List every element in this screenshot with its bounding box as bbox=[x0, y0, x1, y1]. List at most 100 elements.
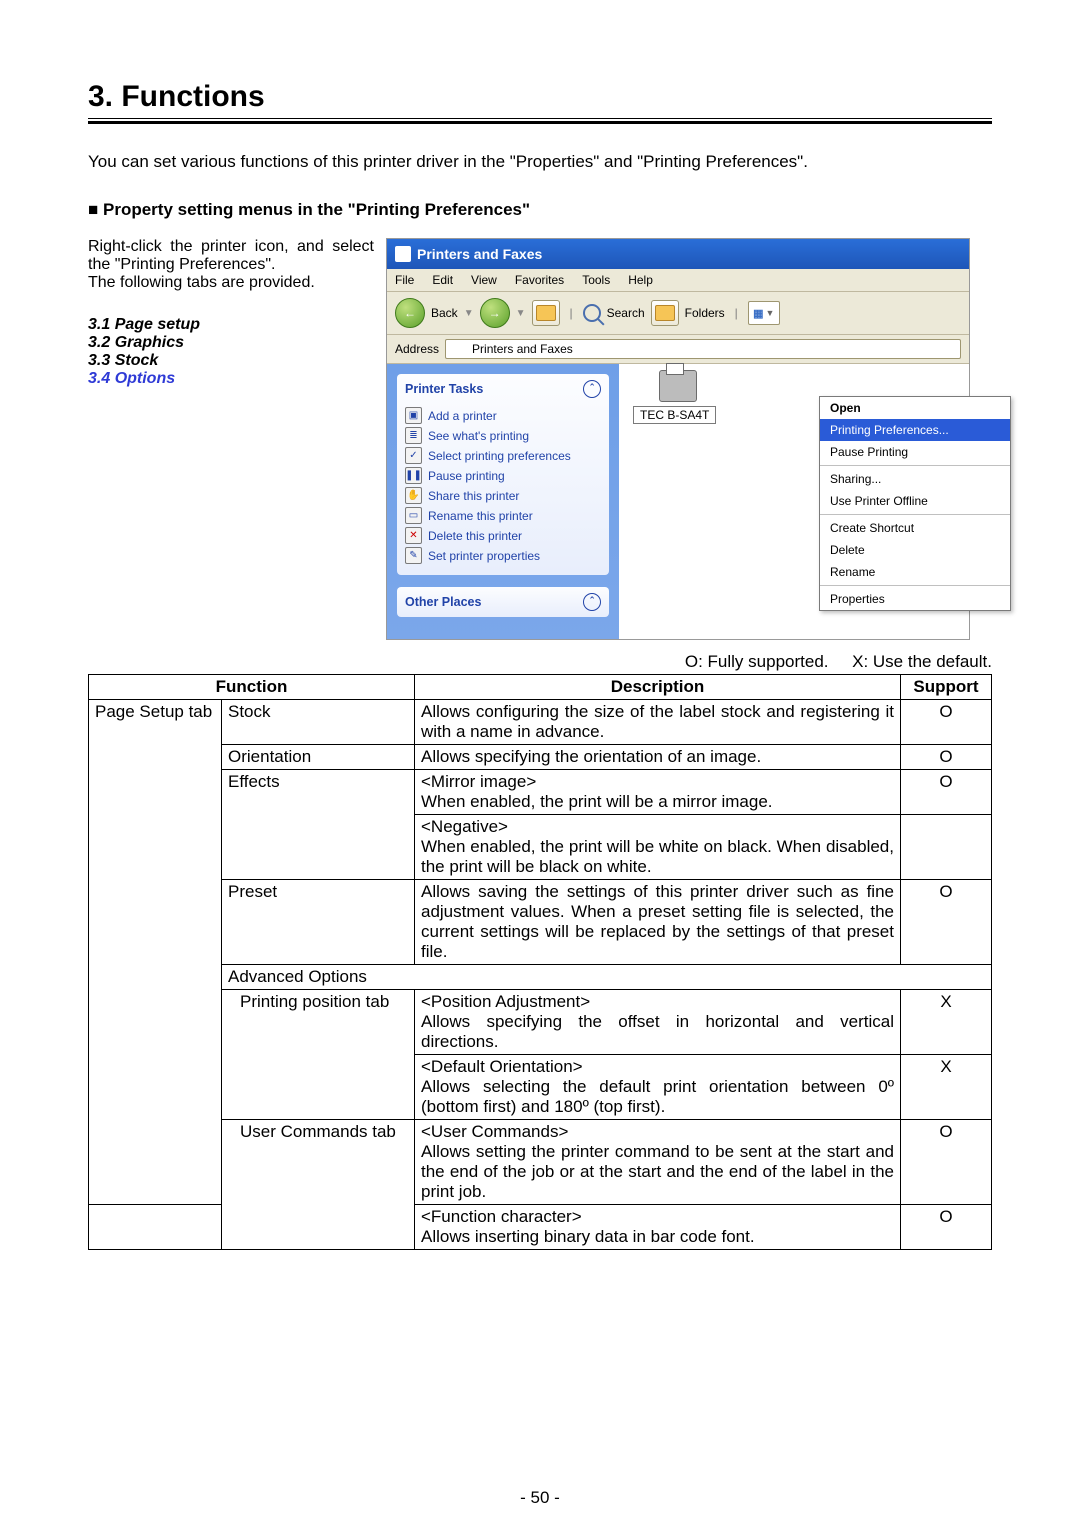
pause-icon: ❚❚ bbox=[405, 467, 422, 484]
ctx-open[interactable]: Open bbox=[820, 397, 1010, 419]
address-label: Address bbox=[395, 342, 439, 356]
d-function-character: <Function character>Allows inserting bin… bbox=[415, 1205, 901, 1250]
s-effects-mirror: O bbox=[901, 770, 992, 815]
task-label: Rename this printer bbox=[428, 509, 533, 523]
s-default-orientation: X bbox=[901, 1055, 992, 1120]
d-effects-mirror: <Mirror image>When enabled, the print wi… bbox=[415, 770, 901, 815]
task-set-printer-properties[interactable]: ✎Set printer properties bbox=[405, 547, 601, 564]
other-places-panel: Other Places ˆ bbox=[397, 587, 609, 617]
task-label: Delete this printer bbox=[428, 529, 522, 543]
f-effects: Effects bbox=[222, 770, 415, 880]
ctx-printing-preferences[interactable]: Printing Preferences... bbox=[820, 419, 1010, 441]
blank-cell bbox=[89, 1205, 222, 1250]
menu-view[interactable]: View bbox=[471, 273, 497, 287]
search-icon bbox=[583, 304, 601, 322]
s-position-adjustment: X bbox=[901, 990, 992, 1055]
window-title: Printers and Faxes bbox=[417, 246, 542, 262]
other-places-header[interactable]: Other Places ˆ bbox=[397, 587, 609, 617]
th-support: Support bbox=[901, 675, 992, 700]
folder-content-area: TEC B-SA4T Open Printing Preferences... … bbox=[619, 364, 969, 639]
support-legend: O: Fully supported. X: Use the default. bbox=[88, 652, 992, 672]
search-button[interactable]: Search bbox=[607, 306, 645, 320]
task-see-whats-printing[interactable]: ≣See what's printing bbox=[405, 427, 601, 444]
instruction-p2: The following tabs are provided. bbox=[88, 274, 374, 292]
subheading: Property setting menus in the "Printing … bbox=[88, 200, 992, 220]
section-title: 3. Functions bbox=[88, 80, 992, 114]
up-folder-button[interactable] bbox=[532, 300, 560, 326]
s-preset: O bbox=[901, 880, 992, 965]
printer-tasks-panel: Printer Tasks ˆ ▣Add a printer ≣See what… bbox=[397, 374, 609, 575]
cat-advanced-options: Advanced Options bbox=[222, 965, 992, 990]
legend-x: X: Use the default. bbox=[852, 652, 992, 672]
share-icon: ✋ bbox=[405, 487, 422, 504]
task-rename-this-printer[interactable]: ▭ Rename this printer bbox=[405, 507, 601, 524]
ctx-delete[interactable]: Delete bbox=[820, 539, 1010, 561]
instruction-p1: Right-click the printer icon, and select… bbox=[88, 238, 374, 274]
f-printing-position-tab: Printing position tab bbox=[222, 990, 415, 1120]
f-orientation: Orientation bbox=[222, 745, 415, 770]
folders-label: Folders bbox=[685, 306, 725, 320]
d-default-orientation: <Default Orientation>Allows selecting th… bbox=[415, 1055, 901, 1120]
ctx-properties[interactable]: Properties bbox=[820, 588, 1010, 610]
window-titlebar: Printers and Faxes bbox=[387, 239, 969, 269]
printer-tasks-title: Printer Tasks bbox=[405, 382, 483, 396]
task-pause-printing[interactable]: ❚❚ Pause printing bbox=[405, 467, 601, 484]
address-icon bbox=[452, 342, 466, 356]
back-button[interactable]: ← bbox=[395, 298, 425, 328]
task-add-a-printer[interactable]: ▣Add a printer bbox=[405, 407, 601, 424]
ctx-pause-printing[interactable]: Pause Printing bbox=[820, 441, 1010, 463]
s-user-commands: O bbox=[901, 1120, 992, 1205]
collapse-chevron-icon[interactable]: ˆ bbox=[583, 380, 601, 398]
task-delete-this-printer[interactable]: ✕Delete this printer bbox=[405, 527, 601, 544]
intro-text: You can set various functions of this pr… bbox=[88, 152, 992, 172]
ctx-separator bbox=[820, 465, 1010, 466]
menu-favorites[interactable]: Favorites bbox=[515, 273, 564, 287]
ctx-rename[interactable]: Rename bbox=[820, 561, 1010, 583]
menu-help[interactable]: Help bbox=[628, 273, 653, 287]
folder-up-icon bbox=[536, 305, 556, 321]
task-label: Share this printer bbox=[428, 489, 519, 503]
printer-item-icon[interactable] bbox=[659, 370, 697, 402]
d-position-adjustment: <Position Adjustment>Allows specifying t… bbox=[415, 990, 901, 1055]
tab-link-stock: 3.3 Stock bbox=[88, 352, 374, 370]
forward-chevron-icon[interactable]: ▼ bbox=[516, 308, 526, 319]
folders-sidebar-button[interactable] bbox=[651, 300, 679, 326]
menu-tools[interactable]: Tools bbox=[582, 273, 610, 287]
ctx-create-shortcut[interactable]: Create Shortcut bbox=[820, 517, 1010, 539]
ctx-use-printer-offline[interactable]: Use Printer Offline bbox=[820, 490, 1010, 512]
task-label: Pause printing bbox=[428, 469, 505, 483]
back-chevron-icon[interactable]: ▼ bbox=[464, 308, 474, 319]
s-orientation: O bbox=[901, 745, 992, 770]
add-printer-icon: ▣ bbox=[405, 407, 422, 424]
address-field[interactable]: Printers and Faxes bbox=[445, 339, 961, 359]
printer-icon bbox=[395, 246, 411, 262]
tab-link-options: 3.4 Options bbox=[88, 370, 374, 388]
printers-and-faxes-window: Printers and Faxes File Edit View Favori… bbox=[386, 238, 970, 640]
th-description: Description bbox=[415, 675, 901, 700]
task-label: See what's printing bbox=[428, 429, 529, 443]
title-rule bbox=[88, 118, 992, 124]
th-function: Function bbox=[89, 675, 415, 700]
tab-link-page-setup: 3.1 Page setup bbox=[88, 316, 374, 334]
forward-button[interactable]: → bbox=[480, 298, 510, 328]
printer-tasks-header[interactable]: Printer Tasks ˆ bbox=[397, 374, 609, 404]
task-label: Set printer properties bbox=[428, 549, 540, 563]
folder-icon bbox=[655, 305, 675, 321]
task-select-printing-preferences[interactable]: ✓ Select printing preferences bbox=[405, 447, 601, 464]
ctx-sharing[interactable]: Sharing... bbox=[820, 468, 1010, 490]
menubar: File Edit View Favorites Tools Help bbox=[387, 269, 969, 292]
menu-edit[interactable]: Edit bbox=[432, 273, 453, 287]
cat-page-setup: Page Setup tab bbox=[89, 700, 222, 1205]
d-preset: Allows saving the settings of this print… bbox=[415, 880, 901, 965]
task-share-this-printer[interactable]: ✋ Share this printer bbox=[405, 487, 601, 504]
collapse-chevron-icon[interactable]: ˆ bbox=[583, 593, 601, 611]
task-label: Select printing preferences bbox=[428, 449, 571, 463]
rename-icon: ▭ bbox=[405, 507, 422, 524]
printer-item-label[interactable]: TEC B-SA4T bbox=[633, 406, 716, 424]
prefs-icon: ✓ bbox=[405, 447, 422, 464]
ctx-separator bbox=[820, 585, 1010, 586]
views-button[interactable]: ▦▼ bbox=[748, 301, 780, 325]
ctx-separator bbox=[820, 514, 1010, 515]
d-user-commands: <User Commands>Allows setting the printe… bbox=[415, 1120, 901, 1205]
menu-file[interactable]: File bbox=[395, 273, 414, 287]
